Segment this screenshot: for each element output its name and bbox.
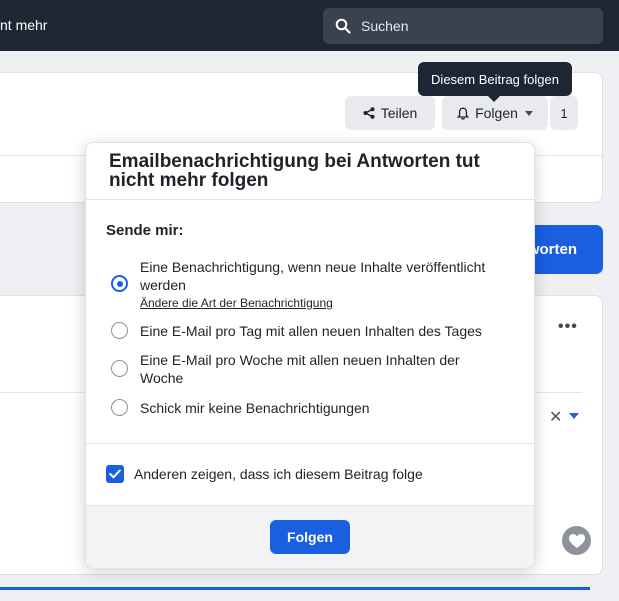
show-following-checkbox[interactable] [106, 465, 124, 483]
follow-label: Folgen [475, 105, 518, 121]
share-label: Teilen [380, 105, 418, 121]
popup-divider [86, 199, 534, 200]
show-following-label: Anderen zeigen, dass ich diesem Beitrag … [134, 466, 423, 482]
bell-icon [457, 107, 470, 120]
change-notification-link[interactable]: Ändere die Art der Benachrichtigung [140, 294, 510, 312]
chevron-down-icon [524, 110, 533, 116]
search-placeholder: Suchen [361, 18, 409, 34]
option-label: Schick mir keine Benachrichtigungen [140, 400, 370, 416]
option-label: Eine E-Mail pro Tag mit allen neuen Inha… [140, 323, 482, 339]
option-label: Eine E-Mail pro Woche mit allen neuen In… [140, 352, 460, 386]
heart-icon[interactable] [562, 526, 591, 555]
popup-title: Emailbenachrichtigung bei Antworten tut … [109, 151, 480, 191]
nav-link-partial[interactable]: nt mehr [0, 17, 47, 33]
radio-notification[interactable] [111, 275, 128, 292]
popup-footer: Folgen [86, 505, 534, 568]
bottom-accent-line [0, 587, 590, 590]
chevron-down-icon[interactable] [569, 413, 579, 419]
search-input[interactable]: Suchen [323, 8, 603, 44]
search-icon [335, 18, 351, 34]
popup-divider [86, 443, 534, 444]
more-options-icon[interactable]: ••• [558, 318, 578, 336]
share-icon [363, 107, 375, 119]
follow-submit-button[interactable]: Folgen [270, 520, 350, 554]
checkmark-icon [109, 469, 121, 479]
radio-weekly-email[interactable] [111, 360, 128, 377]
option-label: Eine Benachrichtigung, wenn neue Inhalte… [140, 259, 486, 293]
close-icon[interactable]: ✕ [549, 407, 562, 427]
follow-popup: Emailbenachrichtigung bei Antworten tut … [85, 142, 535, 568]
radio-no-notifications[interactable] [111, 399, 128, 416]
follow-tooltip: Diesem Beitrag folgen [418, 62, 572, 102]
send-label: Sende mir: [106, 222, 184, 239]
radio-daily-email[interactable] [111, 322, 128, 339]
top-navigation: nt mehr Suchen [0, 0, 619, 51]
share-button[interactable]: Teilen [345, 96, 435, 130]
follow-count[interactable]: 1 [550, 96, 578, 130]
